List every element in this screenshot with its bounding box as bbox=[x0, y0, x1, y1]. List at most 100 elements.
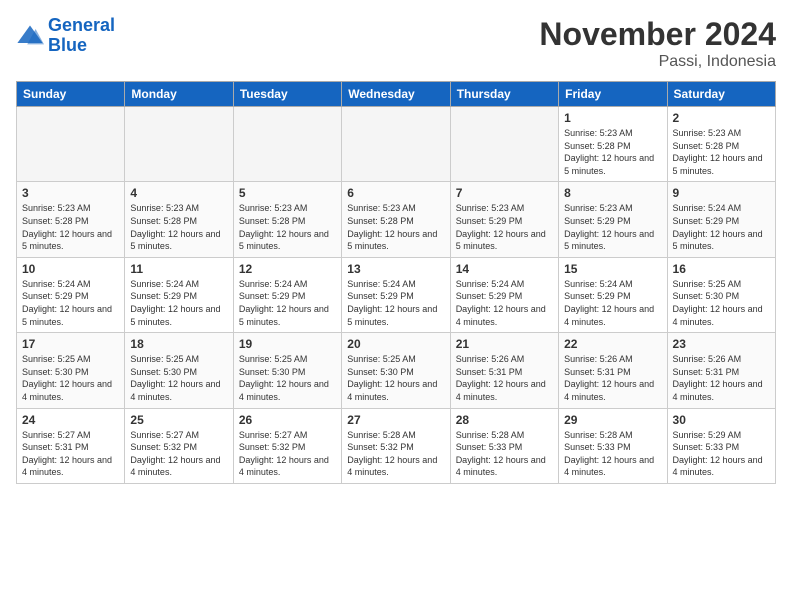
day-info: Sunrise: 5:24 AM Sunset: 5:29 PM Dayligh… bbox=[239, 278, 336, 328]
calendar-cell: 21 Sunrise: 5:26 AM Sunset: 5:31 PM Dayli… bbox=[450, 333, 558, 408]
day-info: Sunrise: 5:27 AM Sunset: 5:31 PM Dayligh… bbox=[22, 429, 119, 479]
day-info: Sunrise: 5:23 AM Sunset: 5:28 PM Dayligh… bbox=[22, 202, 119, 252]
calendar-cell: 18 Sunrise: 5:25 AM Sunset: 5:30 PM Dayli… bbox=[125, 333, 233, 408]
day-info: Sunrise: 5:25 AM Sunset: 5:30 PM Dayligh… bbox=[130, 353, 227, 403]
day-info: Sunrise: 5:23 AM Sunset: 5:28 PM Dayligh… bbox=[564, 127, 661, 177]
calendar-cell: 15 Sunrise: 5:24 AM Sunset: 5:29 PM Dayli… bbox=[559, 257, 667, 332]
calendar-cell: 9 Sunrise: 5:24 AM Sunset: 5:29 PM Daylig… bbox=[667, 182, 775, 257]
calendar-cell: 20 Sunrise: 5:25 AM Sunset: 5:30 PM Dayli… bbox=[342, 333, 450, 408]
logo-icon bbox=[16, 22, 44, 50]
day-number: 13 bbox=[347, 262, 444, 276]
day-info: Sunrise: 5:28 AM Sunset: 5:33 PM Dayligh… bbox=[564, 429, 661, 479]
day-number: 26 bbox=[239, 413, 336, 427]
day-number: 8 bbox=[564, 186, 661, 200]
day-number: 24 bbox=[22, 413, 119, 427]
day-number: 28 bbox=[456, 413, 553, 427]
day-number: 7 bbox=[456, 186, 553, 200]
location: Passi, Indonesia bbox=[539, 53, 776, 71]
day-info: Sunrise: 5:26 AM Sunset: 5:31 PM Dayligh… bbox=[456, 353, 553, 403]
day-number: 23 bbox=[673, 337, 770, 351]
weekday-header: Sunday bbox=[17, 82, 125, 107]
calendar-cell: 10 Sunrise: 5:24 AM Sunset: 5:29 PM Dayli… bbox=[17, 257, 125, 332]
day-number: 17 bbox=[22, 337, 119, 351]
day-info: Sunrise: 5:24 AM Sunset: 5:29 PM Dayligh… bbox=[673, 202, 770, 252]
calendar-cell: 12 Sunrise: 5:24 AM Sunset: 5:29 PM Dayli… bbox=[233, 257, 341, 332]
day-info: Sunrise: 5:28 AM Sunset: 5:32 PM Dayligh… bbox=[347, 429, 444, 479]
day-number: 14 bbox=[456, 262, 553, 276]
calendar-cell: 24 Sunrise: 5:27 AM Sunset: 5:31 PM Dayli… bbox=[17, 408, 125, 483]
calendar-cell: 27 Sunrise: 5:28 AM Sunset: 5:32 PM Dayli… bbox=[342, 408, 450, 483]
day-info: Sunrise: 5:27 AM Sunset: 5:32 PM Dayligh… bbox=[130, 429, 227, 479]
day-info: Sunrise: 5:27 AM Sunset: 5:32 PM Dayligh… bbox=[239, 429, 336, 479]
day-info: Sunrise: 5:26 AM Sunset: 5:31 PM Dayligh… bbox=[673, 353, 770, 403]
calendar-cell: 7Sunrise: 5:23 AM Sunset: 5:29 PM Daylig… bbox=[450, 182, 558, 257]
day-number: 1 bbox=[564, 111, 661, 125]
calendar-cell: 30 Sunrise: 5:29 AM Sunset: 5:33 PM Dayli… bbox=[667, 408, 775, 483]
calendar-cell bbox=[450, 107, 558, 182]
day-number: 20 bbox=[347, 337, 444, 351]
day-number: 12 bbox=[239, 262, 336, 276]
calendar-cell: 19 Sunrise: 5:25 AM Sunset: 5:30 PM Dayli… bbox=[233, 333, 341, 408]
day-info: Sunrise: 5:23 AM Sunset: 5:28 PM Dayligh… bbox=[347, 202, 444, 252]
weekday-header: Tuesday bbox=[233, 82, 341, 107]
day-info: Sunrise: 5:25 AM Sunset: 5:30 PM Dayligh… bbox=[239, 353, 336, 403]
day-number: 5 bbox=[239, 186, 336, 200]
calendar-cell bbox=[125, 107, 233, 182]
day-number: 22 bbox=[564, 337, 661, 351]
calendar-cell: 1 Sunrise: 5:23 AM Sunset: 5:28 PM Daylig… bbox=[559, 107, 667, 182]
day-info: Sunrise: 5:23 AM Sunset: 5:28 PM Dayligh… bbox=[130, 202, 227, 252]
day-number: 16 bbox=[673, 262, 770, 276]
day-number: 30 bbox=[673, 413, 770, 427]
weekday-header: Friday bbox=[559, 82, 667, 107]
day-info: Sunrise: 5:24 AM Sunset: 5:29 PM Dayligh… bbox=[456, 278, 553, 328]
calendar-cell: 29 Sunrise: 5:28 AM Sunset: 5:33 PM Dayli… bbox=[559, 408, 667, 483]
day-info: Sunrise: 5:28 AM Sunset: 5:33 PM Dayligh… bbox=[456, 429, 553, 479]
calendar-cell: 22 Sunrise: 5:26 AM Sunset: 5:31 PM Dayli… bbox=[559, 333, 667, 408]
calendar-cell: 6 Sunrise: 5:23 AM Sunset: 5:28 PM Daylig… bbox=[342, 182, 450, 257]
month-title: November 2024 bbox=[539, 16, 776, 53]
day-info: Sunrise: 5:24 AM Sunset: 5:29 PM Dayligh… bbox=[347, 278, 444, 328]
weekday-header: Wednesday bbox=[342, 82, 450, 107]
logo: General Blue bbox=[16, 16, 115, 56]
day-info: Sunrise: 5:24 AM Sunset: 5:29 PM Dayligh… bbox=[564, 278, 661, 328]
day-info: Sunrise: 5:24 AM Sunset: 5:29 PM Dayligh… bbox=[22, 278, 119, 328]
day-info: Sunrise: 5:25 AM Sunset: 5:30 PM Dayligh… bbox=[22, 353, 119, 403]
calendar-table: SundayMondayTuesdayWednesdayThursdayFrid… bbox=[16, 81, 776, 484]
calendar-cell bbox=[233, 107, 341, 182]
calendar-cell: 25 Sunrise: 5:27 AM Sunset: 5:32 PM Dayli… bbox=[125, 408, 233, 483]
day-number: 25 bbox=[130, 413, 227, 427]
day-info: Sunrise: 5:25 AM Sunset: 5:30 PM Dayligh… bbox=[673, 278, 770, 328]
day-number: 10 bbox=[22, 262, 119, 276]
day-number: 21 bbox=[456, 337, 553, 351]
day-number: 4 bbox=[130, 186, 227, 200]
weekday-header: Saturday bbox=[667, 82, 775, 107]
day-number: 29 bbox=[564, 413, 661, 427]
day-number: 18 bbox=[130, 337, 227, 351]
day-info: Sunrise: 5:25 AM Sunset: 5:30 PM Dayligh… bbox=[347, 353, 444, 403]
page-header: General Blue November 2024 Passi, Indone… bbox=[16, 16, 776, 71]
day-number: 6 bbox=[347, 186, 444, 200]
calendar-cell bbox=[17, 107, 125, 182]
day-number: 27 bbox=[347, 413, 444, 427]
logo-line1: General bbox=[48, 16, 115, 36]
calendar-cell: 13 Sunrise: 5:24 AM Sunset: 5:29 PM Dayli… bbox=[342, 257, 450, 332]
calendar-cell: 11Sunrise: 5:24 AM Sunset: 5:29 PM Dayli… bbox=[125, 257, 233, 332]
day-number: 9 bbox=[673, 186, 770, 200]
title-block: November 2024 Passi, Indonesia bbox=[539, 16, 776, 71]
day-info: Sunrise: 5:23 AM Sunset: 5:29 PM Dayligh… bbox=[564, 202, 661, 252]
calendar-cell: 17 Sunrise: 5:25 AM Sunset: 5:30 PM Dayli… bbox=[17, 333, 125, 408]
calendar-cell: 16 Sunrise: 5:25 AM Sunset: 5:30 PM Dayli… bbox=[667, 257, 775, 332]
day-number: 3 bbox=[22, 186, 119, 200]
calendar-cell: 28 Sunrise: 5:28 AM Sunset: 5:33 PM Dayli… bbox=[450, 408, 558, 483]
day-info: Sunrise: 5:29 AM Sunset: 5:33 PM Dayligh… bbox=[673, 429, 770, 479]
day-info: Sunrise: 5:24 AM Sunset: 5:29 PM Dayligh… bbox=[130, 278, 227, 328]
calendar-cell: 3 Sunrise: 5:23 AM Sunset: 5:28 PM Daylig… bbox=[17, 182, 125, 257]
day-info: Sunrise: 5:23 AM Sunset: 5:28 PM Dayligh… bbox=[673, 127, 770, 177]
day-info: Sunrise: 5:23 AM Sunset: 5:28 PM Dayligh… bbox=[239, 202, 336, 252]
day-number: 15 bbox=[564, 262, 661, 276]
calendar-cell: 5 Sunrise: 5:23 AM Sunset: 5:28 PM Daylig… bbox=[233, 182, 341, 257]
calendar-cell: 8 Sunrise: 5:23 AM Sunset: 5:29 PM Daylig… bbox=[559, 182, 667, 257]
day-number: 2 bbox=[673, 111, 770, 125]
day-info: Sunrise: 5:26 AM Sunset: 5:31 PM Dayligh… bbox=[564, 353, 661, 403]
day-number: 19 bbox=[239, 337, 336, 351]
